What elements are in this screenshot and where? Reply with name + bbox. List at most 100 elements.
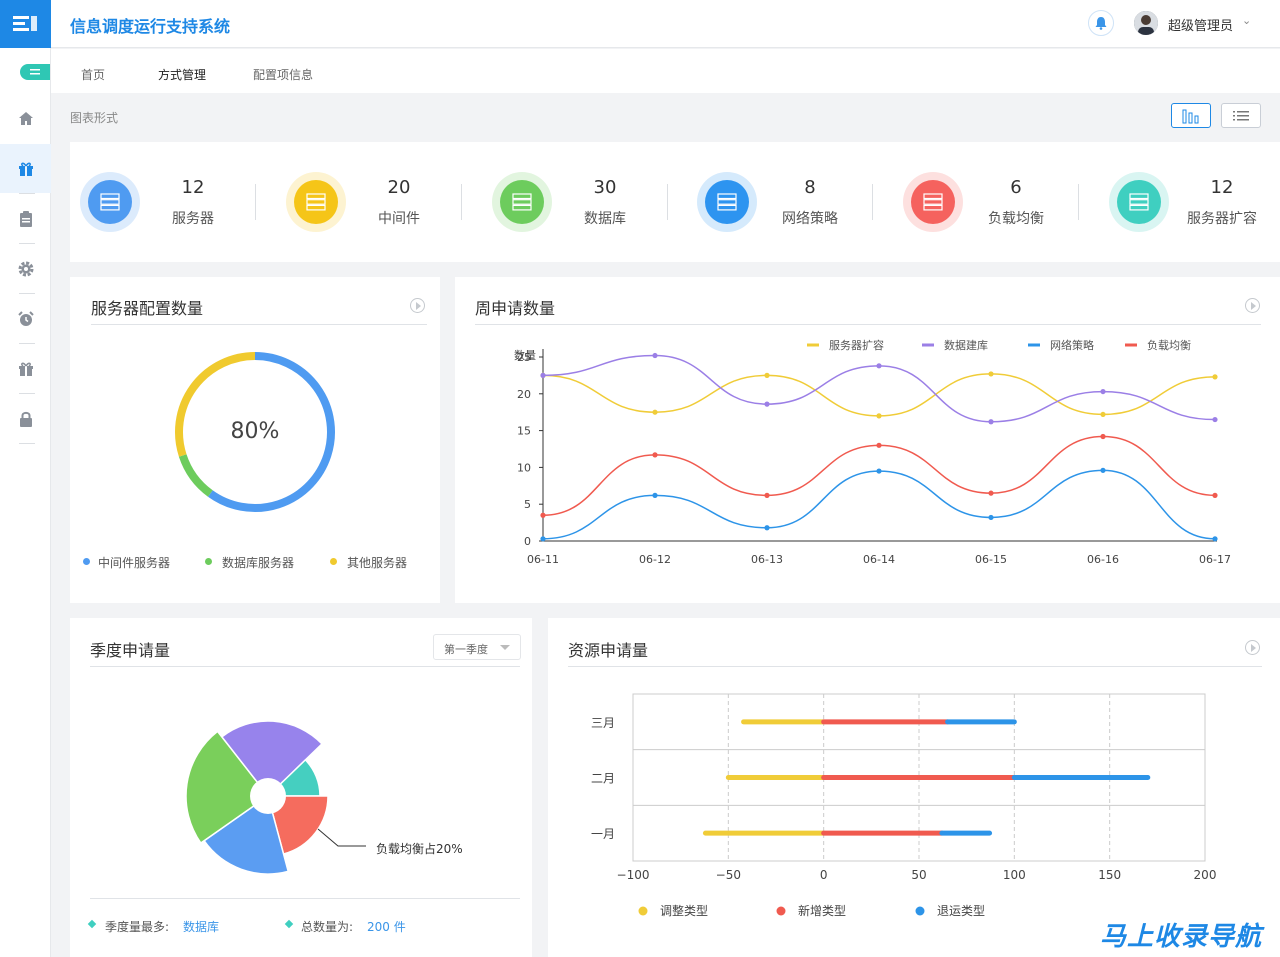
y-tick-label: 二月 [591, 772, 615, 786]
chevron-down-icon[interactable]: ⌄ [1242, 14, 1251, 27]
tab-method-management[interactable]: 方式管理 [158, 66, 206, 83]
tab-home[interactable]: 首页 [81, 66, 105, 83]
x-tick-label: 06-16 [1087, 553, 1119, 566]
stat-label: 数据库 [584, 211, 626, 227]
stats-panel: 12 服务器 20 中间件 30 数据库 8 网络策略 6 负载均衡 12 服务器扩容 [70, 142, 1280, 262]
gift-icon[interactable] [0, 144, 51, 193]
legend-label: 新增类型 [798, 903, 846, 918]
footer-label: 季度量最多: [105, 920, 170, 934]
y-tick-label: 15 [517, 425, 531, 438]
x-tick-label: 100 [1003, 868, 1026, 882]
play-icon[interactable] [410, 298, 425, 313]
stat-card[interactable]: 30 数据库 [492, 142, 682, 262]
server-config-panel: 服务器配置数量 80% 中间件服务器 数据库服务器 其他服务器 [70, 277, 440, 603]
x-tick-label: −50 [716, 868, 741, 882]
alarm-icon[interactable] [0, 294, 51, 343]
legend-item: 数据库服务器 [222, 556, 295, 570]
menu-logo-icon[interactable] [0, 0, 51, 48]
y-tick-label: 5 [524, 498, 531, 511]
tab-config-info[interactable]: 配置项信息 [253, 66, 313, 83]
x-tick-label: 06-12 [639, 553, 671, 566]
legend-label: 退运类型 [937, 904, 985, 918]
stat-card[interactable]: 12 服务器扩容 [1109, 142, 1280, 262]
tab-bar: 首页 方式管理 配置项信息 [51, 49, 1280, 93]
legend-label: 负载均衡 [1147, 338, 1191, 352]
stat-value: 30 [593, 177, 617, 198]
x-tick-label: 06-15 [975, 553, 1007, 566]
stat-value: 12 [1210, 177, 1234, 198]
stat-label: 服务器 [172, 211, 214, 227]
y-tick-label: 三月 [591, 716, 615, 730]
data-point [764, 492, 770, 498]
panel-title: 服务器配置数量 [91, 299, 204, 318]
stat-label: 中间件 [378, 211, 420, 227]
footer-label: 总数量为: [301, 920, 354, 934]
data-point [988, 371, 994, 377]
chart-view-button[interactable] [1171, 103, 1211, 128]
data-point [988, 514, 994, 521]
caret-down-icon [500, 645, 510, 650]
data-point [540, 536, 546, 542]
bell-icon[interactable] [1088, 10, 1114, 36]
clipboard-icon[interactable] [0, 194, 51, 243]
y-tick-label: 25 [517, 351, 531, 364]
data-point [540, 512, 546, 518]
stat-card[interactable]: 6 负载均衡 [903, 142, 1093, 262]
gift-box-icon[interactable] [0, 344, 51, 393]
quarter-select[interactable]: 第一季度 [433, 634, 521, 660]
x-tick-label: −100 [617, 868, 650, 882]
sidebar-toggle-button[interactable] [20, 64, 50, 80]
quarter-select-value: 第一季度 [444, 643, 488, 656]
annotation-leader [317, 828, 366, 847]
data-point [1212, 374, 1218, 380]
divider [255, 184, 256, 220]
divider [667, 184, 668, 220]
data-point [764, 401, 770, 407]
username[interactable]: 超级管理员 [1168, 15, 1233, 34]
data-point [1100, 388, 1106, 395]
weekly-panel: 周申请数量 数量 0 5 10 15 20 25 06-11 06-12 06-13 06-14 06… [455, 277, 1280, 603]
server-rack-icon [80, 172, 140, 232]
data-point [652, 492, 658, 498]
divider [1078, 184, 1079, 220]
lock-icon[interactable] [0, 394, 51, 443]
data-point [764, 372, 770, 378]
stat-card[interactable]: 8 网络策略 [697, 142, 887, 262]
x-tick-label: 150 [1098, 868, 1121, 882]
list-view-button[interactable] [1221, 103, 1261, 128]
data-point [876, 363, 882, 369]
data-point [1212, 416, 1218, 423]
series-line [542, 435, 1216, 516]
stat-label: 网络策略 [782, 211, 838, 227]
data-point [1100, 411, 1106, 418]
server-rack-icon [286, 172, 346, 232]
play-icon[interactable] [1245, 298, 1260, 313]
divider [461, 184, 462, 220]
data-point [988, 419, 994, 425]
season-panel: 季度申请量 负载均衡占20% 季度量最多: 数据库 总数量为: 200 件 [70, 618, 532, 957]
y-tick-label: 10 [517, 461, 531, 474]
gear-icon[interactable] [0, 244, 51, 293]
avatar[interactable] [1134, 11, 1158, 35]
data-point [652, 352, 658, 359]
watermark: 马上收录导航 [1100, 922, 1263, 952]
home-icon[interactable] [0, 94, 51, 143]
data-point [652, 409, 658, 415]
legend-item: 其他服务器 [347, 556, 408, 570]
play-icon[interactable] [1245, 640, 1260, 655]
y-tick-label: 20 [517, 388, 531, 401]
legend-dot [776, 906, 786, 916]
stat-card[interactable]: 20 中间件 [286, 142, 476, 262]
rose-hole [250, 778, 286, 814]
sidebar [0, 48, 51, 957]
data-point [988, 490, 994, 496]
weekly-line-chart: 数量051015202506-11 06-12 06-13 06-14 06-15 06-… [514, 338, 1231, 566]
panel-title: 季度申请量 [90, 641, 171, 660]
legend-label: 网络策略 [1050, 338, 1094, 352]
footer-value: 200 件 [367, 920, 406, 934]
legend-dot [915, 906, 925, 916]
stat-card[interactable]: 12 服务器 [80, 142, 270, 262]
data-point [876, 413, 882, 419]
data-point [1100, 467, 1106, 473]
x-tick-label: 50 [911, 868, 926, 882]
